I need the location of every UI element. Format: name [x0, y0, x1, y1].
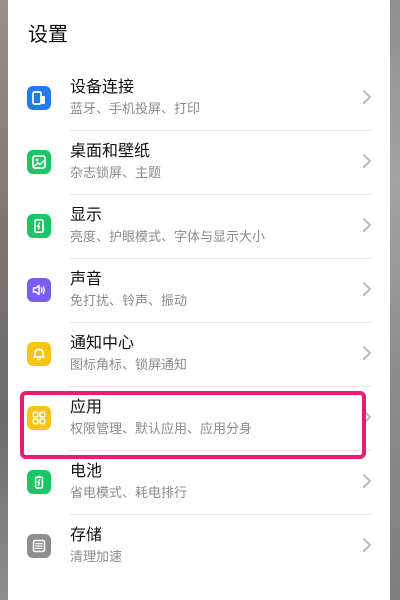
settings-item-subtitle: 杂志锁屏、主题 — [70, 166, 162, 181]
settings-item-subtitle: 图标角标、锁屏通知 — [70, 358, 188, 373]
settings-item-title: 电池 — [70, 461, 103, 480]
settings-item-title: 存储 — [70, 525, 103, 544]
display-icon — [27, 214, 51, 238]
chevron-right-icon — [362, 344, 372, 362]
settings-item-subtitle: 免打扰、铃声、振动 — [70, 294, 188, 309]
chevron-right-icon — [362, 408, 372, 426]
chevron-right-icon — [362, 216, 372, 234]
wallpaper-icon — [27, 150, 51, 174]
settings-item-notify[interactable]: 通知中心 图标角标、锁屏通知 — [8, 322, 390, 386]
settings-item-title: 桌面和壁纸 — [70, 141, 151, 160]
settings-item-title: 应用 — [70, 397, 103, 416]
settings-item-title: 声音 — [70, 269, 103, 288]
settings-item-title: 显示 — [70, 205, 103, 224]
settings-item-display[interactable]: 显示 亮度、护眼模式、字体与显示大小 — [8, 194, 390, 258]
battery-icon — [27, 470, 51, 494]
settings-item-title: 设备连接 — [70, 77, 135, 96]
settings-item-subtitle: 清理加速 — [70, 550, 123, 565]
settings-item-apps[interactable]: 应用 权限管理、默认应用、应用分身 — [8, 386, 390, 450]
page-title: 设置 — [28, 22, 68, 46]
settings-item-connect[interactable]: 设备连接 蓝牙、手机投屏、打印 — [8, 66, 390, 130]
chevron-right-icon — [362, 88, 372, 106]
settings-item-wallpaper[interactable]: 桌面和壁纸 杂志锁屏、主题 — [8, 130, 390, 194]
settings-item-subtitle: 亮度、护眼模式、字体与显示大小 — [70, 230, 266, 245]
chevron-right-icon — [362, 152, 372, 170]
storage-icon — [27, 534, 51, 558]
settings-item-battery[interactable]: 电池 省电模式、耗电排行 — [8, 450, 390, 514]
settings-item-sound[interactable]: 声音 免打扰、铃声、振动 — [8, 258, 390, 322]
chevron-right-icon — [362, 536, 372, 554]
chevron-right-icon — [362, 280, 372, 298]
sound-icon — [27, 278, 51, 302]
settings-item-storage[interactable]: 存储 清理加速 — [8, 514, 390, 578]
device-connect-icon — [27, 86, 51, 110]
settings-item-subtitle: 省电模式、耗电排行 — [70, 486, 188, 501]
settings-screen: 设置 设备连接 蓝牙、手机投屏、打印 桌面和壁纸 杂志锁屏、主题 显示 亮度、护… — [8, 0, 390, 600]
apps-grid-icon — [27, 406, 51, 430]
settings-item-subtitle: 蓝牙、手机投屏、打印 — [70, 102, 201, 117]
settings-item-subtitle: 权限管理、默认应用、应用分身 — [70, 422, 253, 437]
settings-list: 设备连接 蓝牙、手机投屏、打印 桌面和壁纸 杂志锁屏、主题 显示 亮度、护眼模式… — [8, 66, 390, 578]
settings-item-title: 通知中心 — [70, 333, 135, 352]
bell-icon — [27, 342, 51, 366]
chevron-right-icon — [362, 472, 372, 490]
